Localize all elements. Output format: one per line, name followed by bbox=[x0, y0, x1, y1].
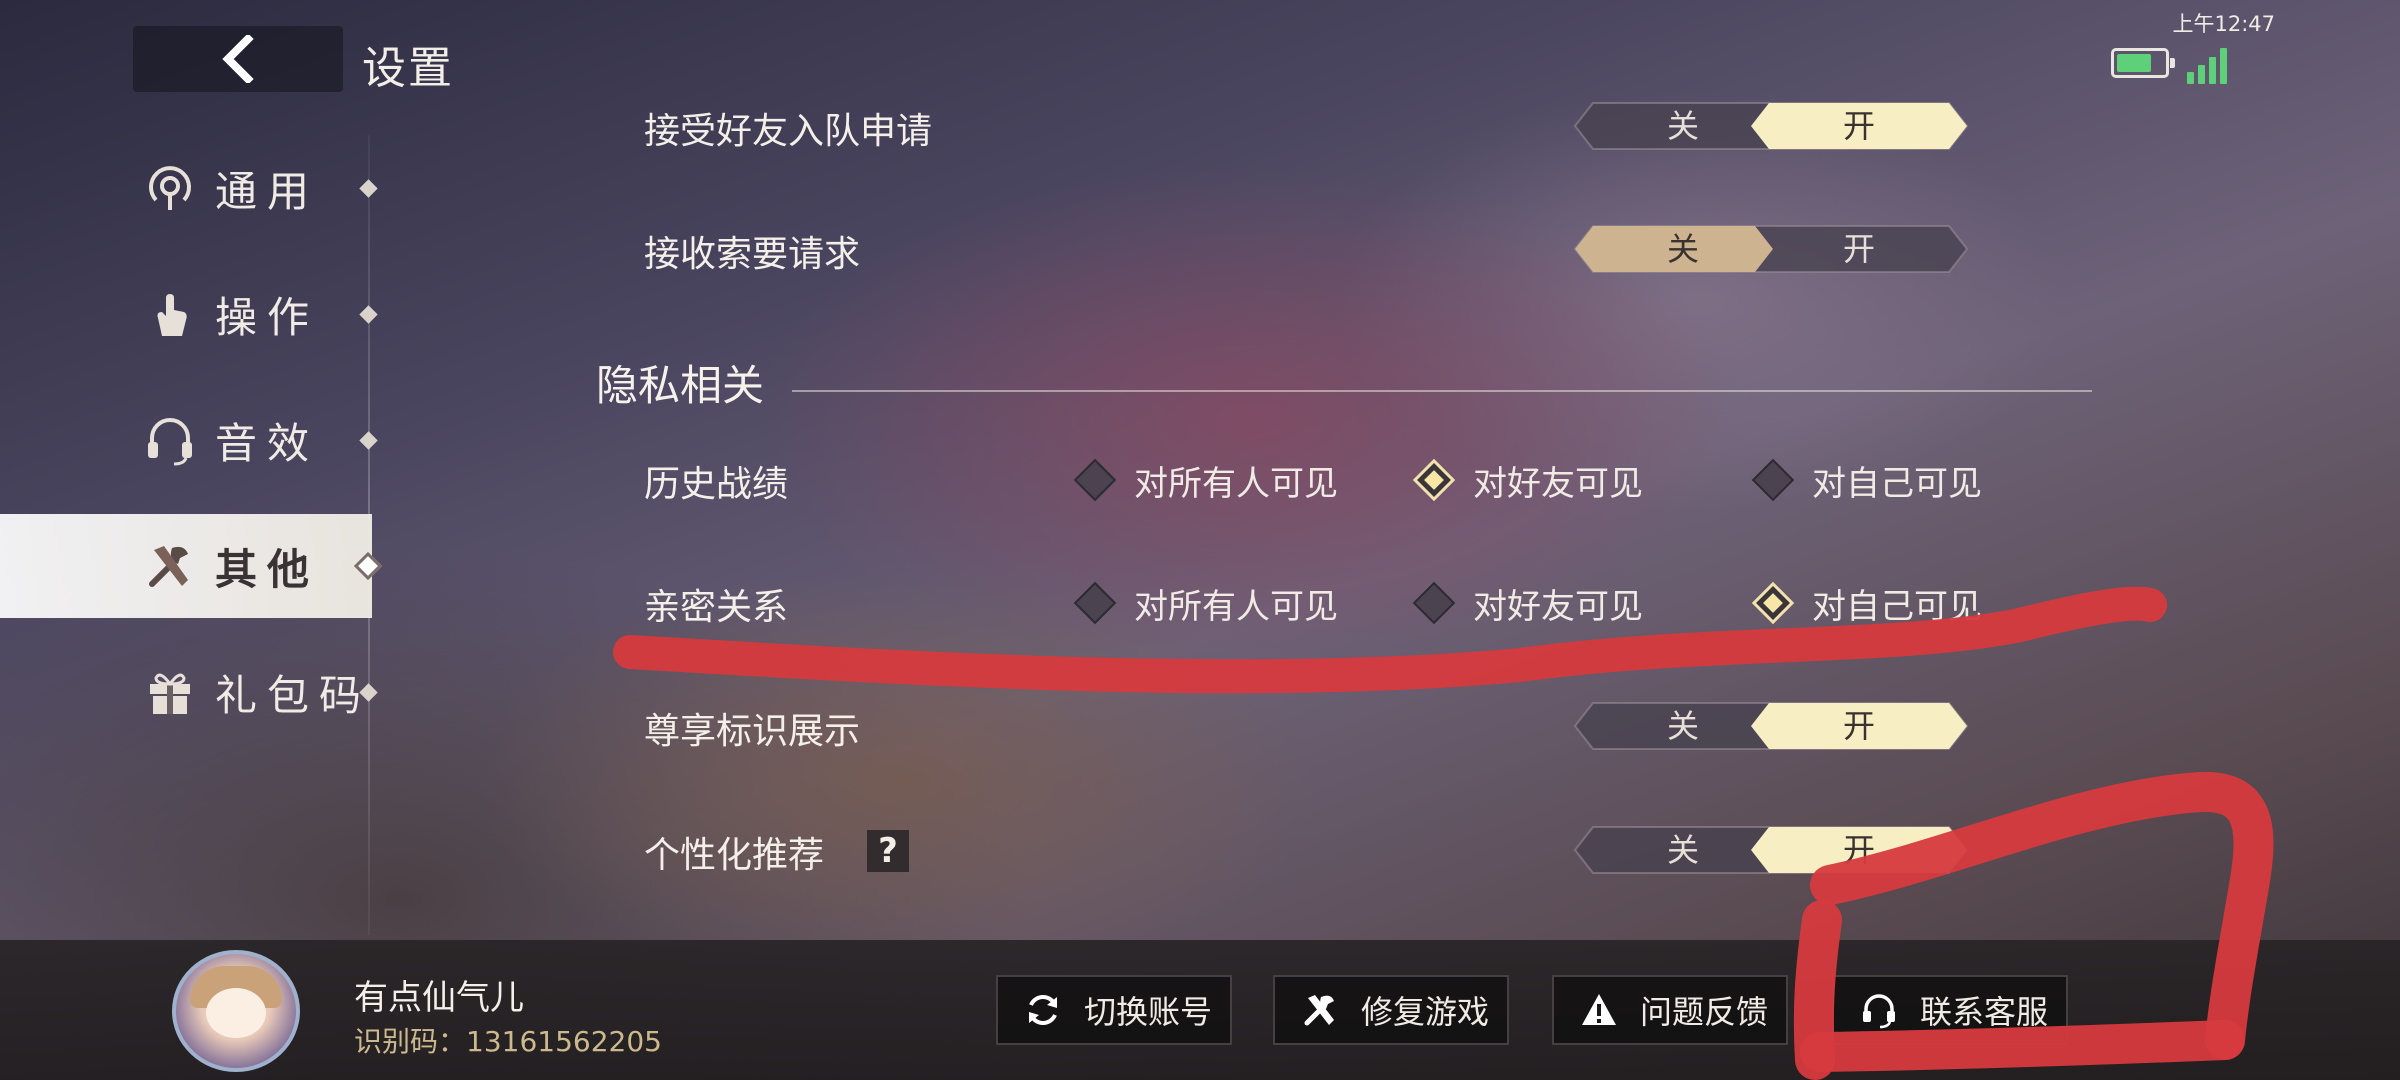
refresh-icon bbox=[1029, 995, 1057, 1025]
page-title: 设置 bbox=[362, 43, 454, 94]
repair-game-label: 修复游戏 bbox=[1361, 993, 1490, 1031]
diamond-radio-icon bbox=[1073, 458, 1117, 502]
battery-icon bbox=[2111, 48, 2175, 78]
diamond-radio-icon bbox=[1412, 581, 1456, 625]
setting-label-personalized: 个性化推荐 bbox=[644, 835, 825, 876]
customer-service-button[interactable]: 联系客服 bbox=[1832, 975, 2068, 1045]
toggle-on-option[interactable]: 开 bbox=[1769, 224, 1949, 274]
back-button[interactable] bbox=[133, 26, 343, 92]
section-divider bbox=[792, 390, 2092, 392]
radio-intimacy-friends[interactable]: 对好友可见 bbox=[1412, 578, 1643, 628]
sidebar-item-audio[interactable]: 音效 bbox=[0, 388, 378, 492]
user-name: 有点仙气儿 bbox=[354, 978, 524, 1018]
radio-history-self[interactable]: 对自己可见 bbox=[1751, 455, 1982, 505]
diamond-radio-icon bbox=[1751, 458, 1795, 502]
toggle-personalized[interactable]: 关 开 bbox=[1573, 825, 1969, 875]
diamond-radio-selected-icon bbox=[1751, 581, 1795, 625]
sidebar-item-other[interactable]: 其他 bbox=[0, 514, 383, 618]
sidebar-item-general[interactable]: 通用 bbox=[0, 136, 378, 240]
switch-account-label: 切换账号 bbox=[1084, 993, 1213, 1031]
nav-marker-active bbox=[353, 551, 383, 581]
toggle-premium-badge[interactable]: 关 开 bbox=[1573, 701, 1969, 751]
radio-intimacy-everyone[interactable]: 对所有人可见 bbox=[1073, 578, 1338, 628]
warning-icon bbox=[1582, 994, 1616, 1025]
sidebar-item-label: 通用 bbox=[215, 166, 320, 216]
status-bar: 上午12:47 bbox=[2075, 8, 2275, 88]
user-id: 识别码：13161562205 bbox=[354, 1025, 662, 1058]
toggle-requests[interactable]: 关 开 bbox=[1573, 224, 1969, 274]
radio-intimacy-self[interactable]: 对自己可见 bbox=[1751, 578, 1982, 628]
feedback-label: 问题反馈 bbox=[1640, 993, 1769, 1031]
headset-icon bbox=[148, 418, 192, 466]
section-title-privacy: 隐私相关 bbox=[596, 361, 765, 410]
diamond-radio-selected-icon bbox=[1412, 458, 1456, 502]
general-icon bbox=[149, 166, 191, 210]
setting-label-history: 历史战绩 bbox=[644, 464, 789, 505]
toggle-off-option[interactable]: 关 bbox=[1593, 101, 1773, 151]
tools-icon bbox=[1304, 995, 1334, 1026]
toggle-off-option[interactable]: 关 bbox=[1593, 701, 1773, 751]
customer-service-label: 联系客服 bbox=[1920, 993, 2049, 1031]
sidebar-item-label: 操作 bbox=[215, 292, 320, 342]
radio-history-friends[interactable]: 对好友可见 bbox=[1412, 455, 1643, 505]
sidebar-item-label: 音效 bbox=[215, 418, 320, 468]
nav-marker bbox=[359, 304, 378, 324]
toggle-on-option[interactable]: 开 bbox=[1769, 101, 1949, 151]
sidebar-item-gift-code[interactable]: 礼包码 bbox=[0, 640, 378, 744]
setting-label-requests: 接收索要请求 bbox=[644, 234, 861, 275]
feedback-button[interactable]: 问题反馈 bbox=[1552, 975, 1788, 1045]
toggle-on-option[interactable]: 开 bbox=[1769, 825, 1949, 875]
help-icon[interactable]: ? bbox=[867, 830, 909, 872]
headset-icon bbox=[1863, 994, 1895, 1029]
setting-label-intimacy: 亲密关系 bbox=[644, 587, 789, 628]
signal-icon bbox=[2187, 48, 2235, 84]
tools-icon bbox=[149, 546, 188, 587]
toggle-on-option[interactable]: 开 bbox=[1769, 701, 1949, 751]
chevron-left-icon bbox=[222, 35, 254, 83]
setting-label-premium-badge: 尊享标识展示 bbox=[644, 711, 861, 752]
avatar[interactable] bbox=[172, 950, 300, 1072]
setting-label-team-invites: 接受好友入队申请 bbox=[644, 111, 933, 152]
hand-icon bbox=[157, 294, 187, 336]
toggle-off-option[interactable]: 关 bbox=[1593, 224, 1773, 274]
switch-account-button[interactable]: 切换账号 bbox=[996, 975, 1232, 1045]
repair-game-button[interactable]: 修复游戏 bbox=[1273, 975, 1509, 1045]
radio-history-everyone[interactable]: 对所有人可见 bbox=[1073, 455, 1338, 505]
sidebar-item-label: 礼包码 bbox=[215, 670, 372, 720]
toggle-team-invites[interactable]: 关 开 bbox=[1573, 101, 1969, 151]
nav-marker bbox=[359, 430, 378, 450]
sidebar-item-label: 其他 bbox=[215, 544, 320, 594]
nav-marker bbox=[359, 178, 378, 198]
gift-icon bbox=[150, 673, 190, 714]
diamond-radio-icon bbox=[1073, 581, 1117, 625]
toggle-off-option[interactable]: 关 bbox=[1593, 825, 1773, 875]
sidebar-item-controls[interactable]: 操作 bbox=[0, 262, 378, 366]
status-time: 上午12:47 bbox=[2172, 12, 2275, 36]
